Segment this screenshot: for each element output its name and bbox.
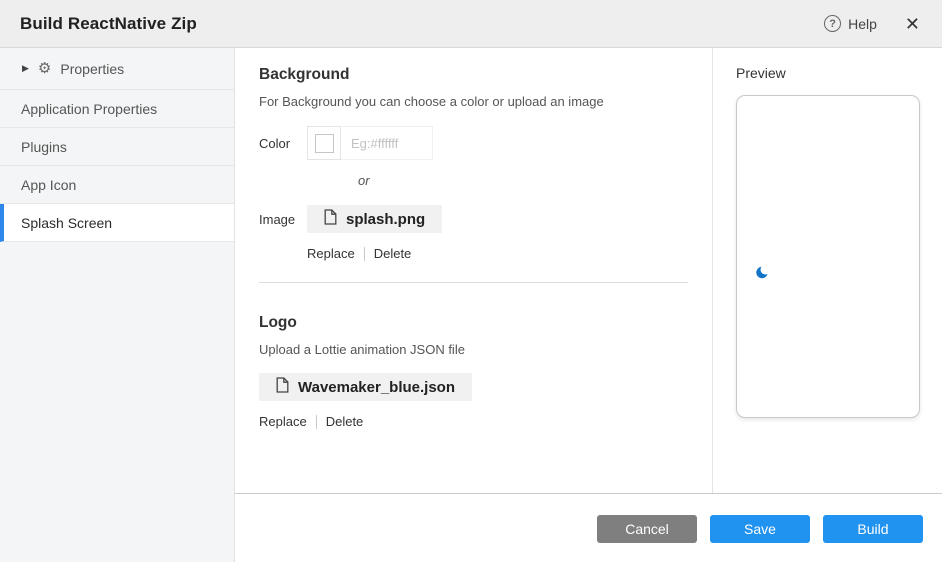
- build-reactnative-zip-dialog: Build ReactNative Zip ? Help ✕ ▶ ⚙ Prope…: [0, 0, 942, 562]
- wavemaker-crescent-logo-icon: [756, 266, 770, 284]
- build-button[interactable]: Build: [823, 515, 923, 543]
- delete-logo-link[interactable]: Delete: [326, 414, 364, 429]
- logo-actions-row: Replace Delete: [259, 414, 688, 429]
- background-image-file-chip[interactable]: splash.png: [307, 205, 442, 233]
- logo-description: Upload a Lottie animation JSON file: [259, 342, 688, 357]
- help-label: Help: [848, 16, 877, 32]
- dialog-title: Build ReactNative Zip: [20, 14, 824, 34]
- settings-sidebar: ▶ ⚙ Properties Application Properties Pl…: [0, 48, 235, 562]
- background-image-filename: splash.png: [346, 211, 425, 228]
- sidebar-item-label: App Icon: [21, 177, 76, 193]
- chevron-right-icon: ▶: [22, 63, 29, 74]
- logo-file-row: Wavemaker_blue.json: [259, 373, 688, 401]
- link-divider: [364, 247, 365, 261]
- preview-panel: Preview: [713, 48, 942, 493]
- logo-file-chip[interactable]: Wavemaker_blue.json: [259, 373, 472, 401]
- document-icon: [324, 209, 337, 230]
- dialog-header: Build ReactNative Zip ? Help ✕: [0, 0, 942, 48]
- color-hex-input[interactable]: [341, 126, 433, 160]
- image-label: Image: [259, 212, 307, 227]
- replace-logo-link[interactable]: Replace: [259, 414, 307, 429]
- help-button[interactable]: ? Help: [824, 15, 877, 32]
- close-icon[interactable]: ✕: [903, 13, 922, 35]
- image-field-row: Image splash.png: [259, 205, 688, 233]
- logo-filename: Wavemaker_blue.json: [298, 379, 455, 396]
- gear-icon: ⚙: [38, 61, 51, 76]
- sidebar-item-properties[interactable]: ▶ ⚙ Properties: [0, 48, 234, 90]
- sidebar-item-label: Splash Screen: [21, 215, 112, 231]
- or-separator-text: or: [358, 173, 688, 188]
- link-divider: [316, 415, 317, 429]
- sidebar-item-plugins[interactable]: Plugins: [0, 128, 234, 166]
- logo-heading: Logo: [259, 314, 688, 332]
- splash-preview-box: [736, 95, 920, 418]
- replace-image-link[interactable]: Replace: [307, 246, 355, 261]
- sidebar-item-application-properties[interactable]: Application Properties: [0, 90, 234, 128]
- color-label: Color: [259, 136, 307, 151]
- main-row: Background For Background you can choose…: [235, 48, 942, 493]
- background-heading: Background: [259, 66, 688, 84]
- color-swatch-inner: [315, 134, 334, 153]
- document-icon: [276, 377, 289, 398]
- background-description: For Background you can choose a color or…: [259, 94, 688, 109]
- logo-section: Logo Upload a Lottie animation JSON file…: [259, 314, 688, 429]
- section-divider: [259, 282, 688, 283]
- image-actions-row: Replace Delete: [307, 246, 688, 261]
- save-button[interactable]: Save: [710, 515, 810, 543]
- splash-screen-form: Background For Background you can choose…: [235, 48, 713, 493]
- sidebar-item-label: Plugins: [21, 139, 67, 155]
- question-circle-icon: ?: [824, 15, 841, 32]
- sidebar-item-label: Application Properties: [21, 101, 157, 117]
- delete-image-link[interactable]: Delete: [374, 246, 412, 261]
- main-area: Background For Background you can choose…: [235, 48, 942, 562]
- sidebar-item-label: Properties: [60, 61, 124, 77]
- color-picker-swatch[interactable]: [307, 126, 341, 160]
- dialog-footer: Cancel Save Build: [235, 493, 942, 562]
- preview-heading: Preview: [736, 65, 921, 81]
- color-field-row: Color: [259, 126, 688, 160]
- sidebar-item-splash-screen[interactable]: Splash Screen: [0, 204, 234, 242]
- cancel-button[interactable]: Cancel: [597, 515, 697, 543]
- sidebar-item-app-icon[interactable]: App Icon: [0, 166, 234, 204]
- dialog-body: ▶ ⚙ Properties Application Properties Pl…: [0, 48, 942, 562]
